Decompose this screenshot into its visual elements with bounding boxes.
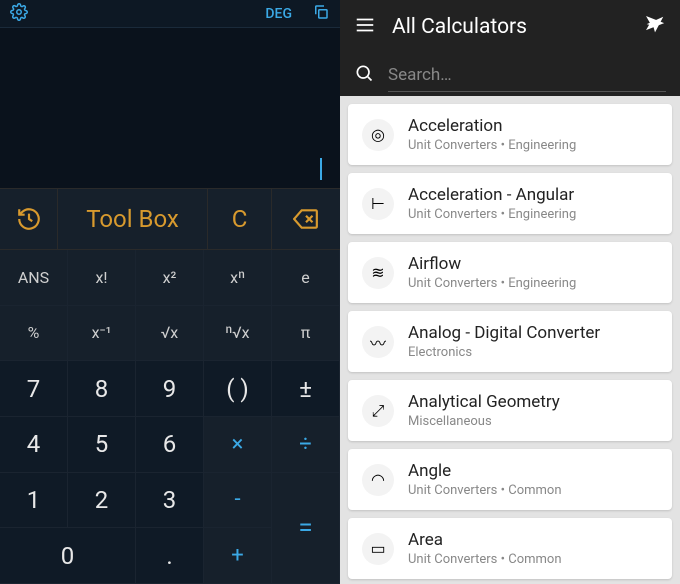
gear-icon[interactable] — [10, 3, 28, 25]
key-8[interactable]: 8 — [68, 361, 136, 417]
list-item-subtitle: Electronics — [408, 345, 600, 360]
list-item-title: Area — [408, 530, 562, 550]
calculator-topbar: DEG — [0, 0, 340, 28]
list-item-icon: ⊢ — [362, 188, 394, 220]
list-item-subtitle: Unit Converters • Common — [408, 483, 562, 498]
list-item[interactable]: ⊢ Acceleration - Angular Unit Converters •… — [348, 173, 672, 234]
key-9[interactable]: 9 — [136, 361, 204, 417]
list-item-title: Acceleration — [408, 116, 576, 136]
list-item-text: Airflow Unit Converters • Engineering — [408, 254, 576, 291]
search-input[interactable] — [388, 59, 666, 92]
key-nth-root[interactable]: ⁿ√x — [204, 306, 272, 362]
list-item-subtitle: Unit Converters • Engineering — [408, 138, 576, 153]
list-item-icon: 〰 — [362, 326, 394, 358]
search-icon[interactable] — [354, 63, 374, 87]
calculator-list[interactable]: ◎ Acceleration Unit Converters • Engineeri… — [340, 96, 680, 584]
key-plus[interactable]: + — [204, 528, 272, 584]
toolbox-button[interactable]: Tool Box — [58, 189, 208, 249]
list-item-icon: ◠ — [362, 464, 394, 496]
key-0[interactable]: 0 — [0, 528, 136, 584]
list-item-title: Angle — [408, 461, 562, 481]
key-factorial[interactable]: x! — [68, 250, 136, 306]
key-2[interactable]: 2 — [68, 473, 136, 529]
list-item-title: Airflow — [408, 254, 576, 274]
list-item[interactable]: 〰 Analog - Digital Converter Electronics — [348, 311, 672, 372]
key-equals[interactable]: = — [272, 473, 340, 584]
search-row — [340, 54, 680, 96]
history-button[interactable] — [0, 189, 58, 249]
key-divide[interactable]: ÷ — [272, 417, 340, 473]
key-square[interactable]: x² — [136, 250, 204, 306]
clear-button[interactable]: C — [208, 189, 272, 249]
list-item[interactable]: ◎ Acceleration Unit Converters • Engineeri… — [348, 104, 672, 165]
list-item-title: Analytical Geometry — [408, 392, 560, 412]
copy-icon[interactable] — [312, 3, 330, 25]
key-5[interactable]: 5 — [68, 417, 136, 473]
key-pi[interactable]: π — [272, 306, 340, 362]
list-item[interactable]: ▭ Area Unit Converters • Common — [348, 518, 672, 579]
list-item-icon: ⤢ — [362, 395, 394, 427]
list-item-text: Angle Unit Converters • Common — [408, 461, 562, 498]
menu-icon[interactable] — [354, 14, 376, 40]
list-item-subtitle: Miscellaneous — [408, 414, 560, 429]
key-minus[interactable]: - — [204, 473, 272, 529]
list-item[interactable]: ⤢ Analytical Geometry Miscellaneous — [348, 380, 672, 441]
key-7[interactable]: 7 — [0, 361, 68, 417]
tool-row: Tool Box C — [0, 188, 340, 250]
key-reciprocal[interactable]: x⁻¹ — [68, 306, 136, 362]
key-1[interactable]: 1 — [0, 473, 68, 529]
display-cursor — [320, 158, 322, 180]
key-power[interactable]: xⁿ — [204, 250, 272, 306]
list-item-title: Acceleration - Angular — [408, 185, 576, 205]
page-title: All Calculators — [392, 15, 628, 39]
key-4[interactable]: 4 — [0, 417, 68, 473]
calculator-panel: DEG Tool Box C ANS x! x² xⁿ e % x⁻¹ √x ⁿ… — [0, 0, 340, 584]
calculator-display[interactable] — [0, 28, 340, 188]
list-item-text: Analytical Geometry Miscellaneous — [408, 392, 560, 429]
angle-mode[interactable]: DEG — [265, 6, 292, 22]
list-item[interactable]: ◠ Angle Unit Converters • Common — [348, 449, 672, 510]
keypad: ANS x! x² xⁿ e % x⁻¹ √x ⁿ√x π 7 8 9 ( ) … — [0, 250, 340, 584]
list-item-subtitle: Unit Converters • Common — [408, 552, 562, 567]
key-decimal[interactable]: . — [136, 528, 204, 584]
key-multiply[interactable]: × — [204, 417, 272, 473]
list-item-subtitle: Unit Converters • Engineering — [408, 276, 576, 291]
key-3[interactable]: 3 — [136, 473, 204, 529]
key-6[interactable]: 6 — [136, 417, 204, 473]
list-item-text: Area Unit Converters • Common — [408, 530, 562, 567]
key-percent[interactable]: % — [0, 306, 68, 362]
backspace-button[interactable] — [272, 189, 340, 249]
list-item-icon: ◎ — [362, 119, 394, 151]
list-item-text: Acceleration Unit Converters • Engineerin… — [408, 116, 576, 153]
list-item-text: Analog - Digital Converter Electronics — [408, 323, 600, 360]
list-header: All Calculators — [340, 0, 680, 54]
share-icon[interactable] — [644, 14, 666, 40]
list-item-subtitle: Unit Converters • Engineering — [408, 207, 576, 222]
key-plusminus[interactable]: ± — [272, 361, 340, 417]
list-item-text: Acceleration - Angular Unit Converters • … — [408, 185, 576, 222]
list-item-title: Analog - Digital Converter — [408, 323, 600, 343]
key-sqrt[interactable]: √x — [136, 306, 204, 362]
list-item[interactable]: ≋ Airflow Unit Converters • Engineering — [348, 242, 672, 303]
all-calculators-panel: All Calculators ◎ Acceleration Unit Conver… — [340, 0, 680, 584]
list-item-icon: ≋ — [362, 257, 394, 289]
key-ans[interactable]: ANS — [0, 250, 68, 306]
list-item-icon: ▭ — [362, 533, 394, 565]
key-parens[interactable]: ( ) — [204, 361, 272, 417]
key-e[interactable]: e — [272, 250, 340, 306]
